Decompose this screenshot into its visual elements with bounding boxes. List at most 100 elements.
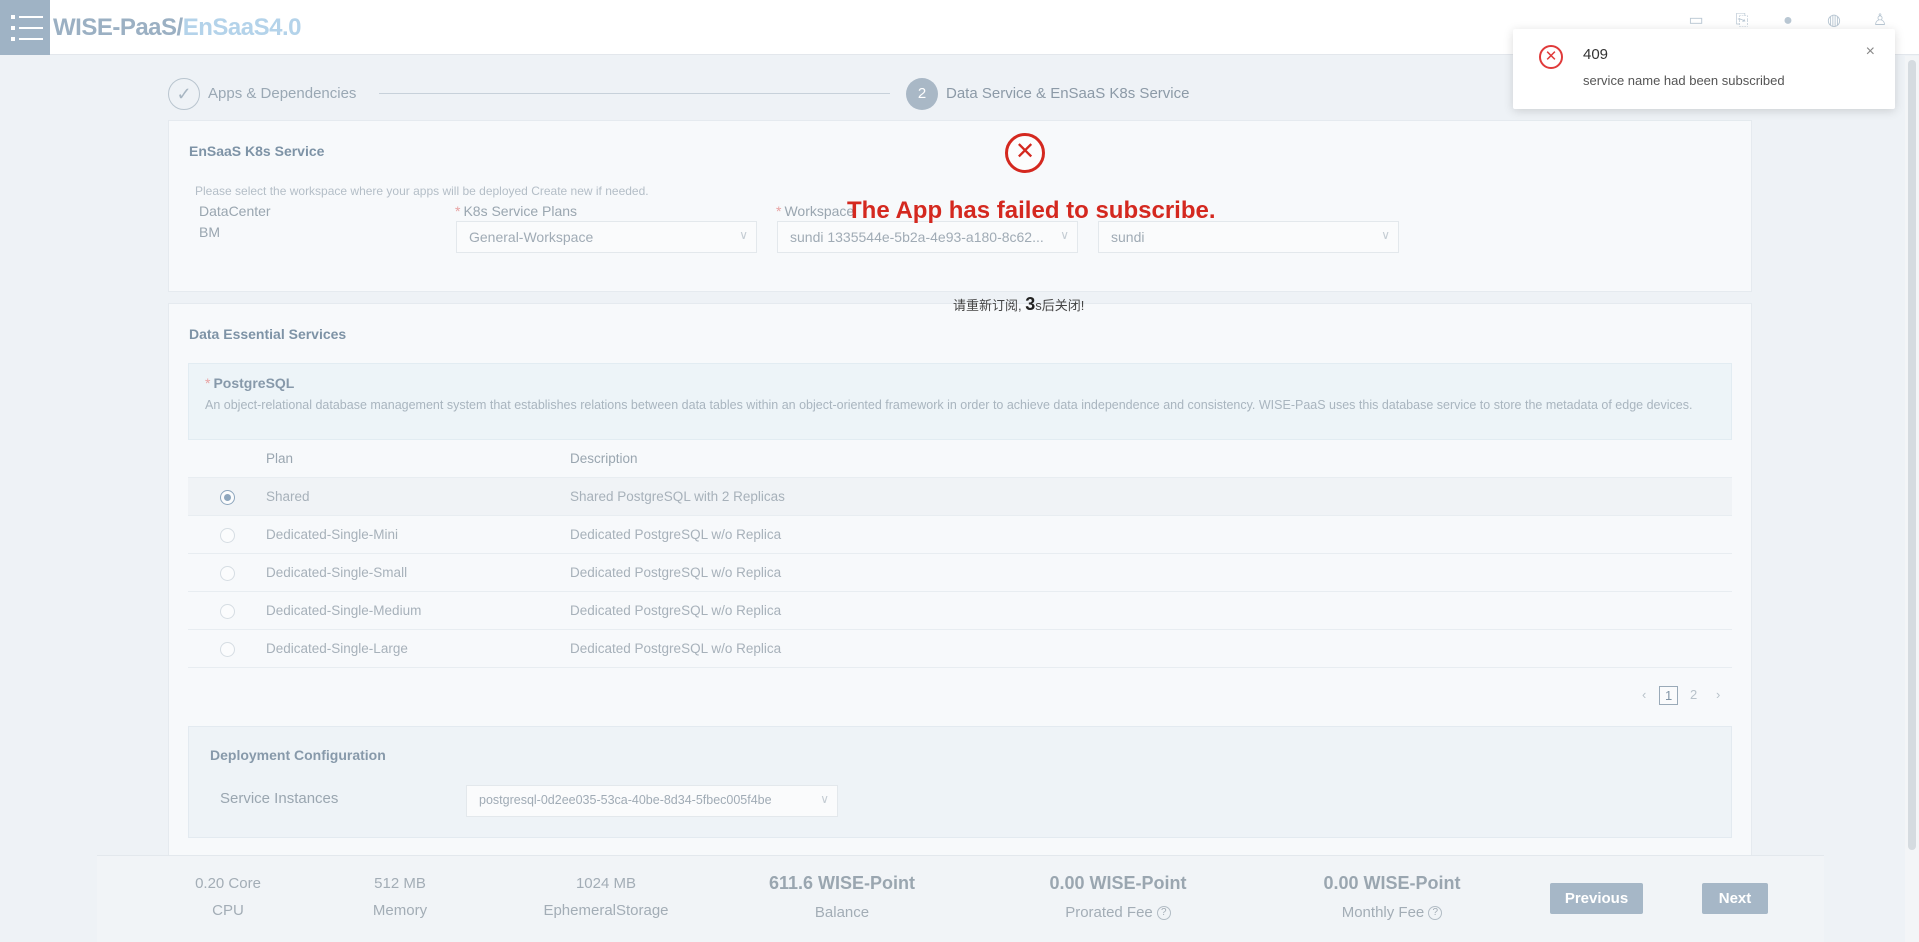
plan-description: Dedicated PostgreSQL w/o Replica — [570, 565, 782, 580]
chevron-down-icon: ∨ — [1381, 228, 1390, 242]
countdown-suffix: s后关闭! — [1035, 298, 1085, 313]
header-icons: ▭ ⎘ ● ◍ ♙ — [1687, 12, 1889, 30]
prorated-fee-label: Prorated Fee — [1065, 904, 1153, 921]
step-1-label[interactable]: Apps & Dependencies — [208, 85, 356, 102]
scrollbar-thumb[interactable] — [1908, 60, 1916, 850]
k8s-plans-label: * K8s Service Plans — [455, 203, 578, 219]
data-services-title: Data Essential Services — [189, 326, 347, 342]
prorated-fee-stat: 0.00 WISE-Point Prorated Fee? — [1028, 873, 1208, 921]
balance-value: 611.6 WISE-Point — [768, 873, 916, 893]
step-2-label: Data Service & EnSaaS K8s Service — [946, 85, 1190, 102]
k8s-plans-label-text: K8s Service Plans — [463, 203, 578, 219]
storage-label: EphemeralStorage — [543, 902, 669, 919]
plan-name: Shared — [266, 489, 310, 504]
table-row[interactable]: Dedicated-Single-Large Dedicated Postgre… — [188, 630, 1732, 668]
previous-button[interactable]: Previous — [1550, 883, 1643, 914]
countdown-prefix: 请重新订阅, — [953, 298, 1026, 313]
balance-label: Balance — [814, 904, 870, 921]
error-notification: ✕ 409 service name had been subscribed × — [1513, 29, 1895, 109]
countdown-number: 3 — [1025, 294, 1036, 314]
next-button[interactable]: Next — [1702, 883, 1768, 914]
user-icon[interactable]: ♙ — [1871, 12, 1889, 30]
workspace-label: * Workspace — [776, 203, 855, 219]
table-row[interactable]: Dedicated-Single-Small Dedicated Postgre… — [188, 554, 1732, 592]
plan-description: Dedicated PostgreSQL w/o Replica — [570, 641, 782, 656]
chevron-down-icon: ∨ — [820, 792, 829, 806]
datacenter-value: BM — [199, 224, 220, 240]
column-plan: Plan — [266, 451, 294, 466]
plan-radio[interactable] — [220, 642, 235, 657]
workspace-hint: Please select the workspace where your a… — [195, 184, 649, 198]
monthly-fee-stat: 0.00 WISE-Point Monthly Fee? — [1302, 873, 1482, 921]
help-icon[interactable]: ? — [1428, 906, 1443, 921]
subscribe-failed-message: The App has failed to subscribe. — [847, 197, 1216, 224]
plan-name: Dedicated-Single-Medium — [266, 603, 422, 618]
close-icon[interactable]: × — [1866, 43, 1875, 61]
postgresql-title-text: PostgreSQL — [213, 375, 295, 391]
pagination-next[interactable]: › — [1716, 687, 1720, 702]
chevron-down-icon: ∨ — [739, 228, 748, 242]
window-icon[interactable]: ▭ — [1687, 12, 1705, 30]
plan-name: Dedicated-Single-Mini — [266, 527, 399, 542]
monthly-fee-value: 0.00 WISE-Point — [1323, 873, 1461, 893]
postgresql-title: * PostgreSQL — [205, 375, 295, 391]
error-icon: ✕ — [1539, 45, 1563, 69]
plan-name: Dedicated-Single-Small — [266, 565, 408, 580]
pagination-page-1[interactable]: 1 — [1659, 686, 1679, 705]
cpu-value: 0.20 Core — [195, 875, 261, 892]
memory-value: 512 MB — [374, 875, 426, 892]
step-connector — [379, 93, 890, 94]
location-icon[interactable]: ● — [1779, 12, 1797, 30]
plans-table: Plan Description Shared Shared PostgreSQ… — [188, 440, 1732, 668]
workspace-select[interactable]: sundi 1335544e-5b2a-4e93-a180-8c62... ∨ — [777, 221, 1078, 253]
help-icon[interactable]: ? — [1156, 906, 1171, 921]
table-row[interactable]: Dedicated-Single-Medium Dedicated Postgr… — [188, 592, 1732, 630]
postgresql-description: An object-relational database management… — [205, 398, 1693, 412]
notification-title: 409 — [1583, 46, 1609, 63]
globe-icon[interactable]: ◍ — [1825, 12, 1843, 30]
logo-ensaas: EnSaaS4.0 — [182, 14, 302, 41]
logo-wise-paas: WISE-PaaS/ — [53, 14, 183, 41]
plan-description: Shared PostgreSQL with 2 Replicas — [570, 489, 785, 504]
plan-description: Dedicated PostgreSQL w/o Replica — [570, 527, 782, 542]
k8s-plans-select[interactable]: General-Workspace ∨ — [456, 221, 757, 253]
plan-name: Dedicated-Single-Large — [266, 641, 408, 656]
memory-label: Memory — [372, 902, 428, 919]
close-countdown: 请重新订阅, 3s后关闭! — [953, 294, 1084, 315]
table-row[interactable]: Shared Shared PostgreSQL with 2 Replicas — [188, 478, 1732, 516]
cpu-stat: 0.20 Core CPU — [178, 875, 278, 919]
datacenter-label: DataCenter — [199, 203, 271, 219]
storage-stat: 1024 MB EphemeralStorage — [526, 875, 686, 919]
table-row[interactable]: Dedicated-Single-Mini Dedicated PostgreS… — [188, 516, 1732, 554]
hamburger-menu-button[interactable] — [0, 0, 50, 55]
service-instances-select[interactable]: postgresql-0d2ee035-53ca-40be-8d34-5fbec… — [466, 785, 838, 817]
table-header: Plan Description — [188, 440, 1732, 478]
memory-stat: 512 MB Memory — [350, 875, 450, 919]
namespace-select[interactable]: sundi ∨ — [1098, 221, 1399, 253]
storage-value: 1024 MB — [575, 875, 637, 892]
notification-message: service name had been subscribed — [1583, 73, 1785, 88]
k8s-section-title: EnSaaS K8s Service — [189, 143, 325, 159]
page-scrollbar[interactable] — [1905, 56, 1919, 942]
plan-radio[interactable] — [220, 528, 235, 543]
pagination-page-2[interactable]: 2 — [1690, 687, 1697, 702]
chevron-down-icon: ∨ — [1060, 228, 1069, 242]
k8s-plans-value: General-Workspace — [469, 229, 594, 245]
pagination-prev[interactable]: ‹ — [1642, 687, 1646, 702]
namespace-value: sundi — [1111, 229, 1145, 245]
balance-stat: 611.6 WISE-Point Balance — [752, 873, 932, 921]
plan-radio[interactable] — [220, 566, 235, 581]
column-description: Description — [570, 451, 638, 466]
error-circle-icon: ✕ — [1005, 133, 1045, 173]
plan-description: Dedicated PostgreSQL w/o Replica — [570, 603, 782, 618]
step-2-number: 2 — [906, 78, 938, 110]
bookmark-icon[interactable]: ⎘ — [1733, 12, 1751, 30]
deployment-config-box — [188, 726, 1732, 838]
workspace-label-text: Workspace — [784, 203, 855, 219]
prorated-fee-value: 0.00 WISE-Point — [1049, 873, 1187, 893]
cpu-label: CPU — [212, 902, 244, 919]
app-logo[interactable]: WISE-PaaS/EnSaaS4.0 — [53, 14, 301, 42]
plan-radio-selected[interactable] — [220, 490, 235, 505]
service-instances-value: postgresql-0d2ee035-53ca-40be-8d34-5fbec… — [479, 793, 772, 807]
plan-radio[interactable] — [220, 604, 235, 619]
